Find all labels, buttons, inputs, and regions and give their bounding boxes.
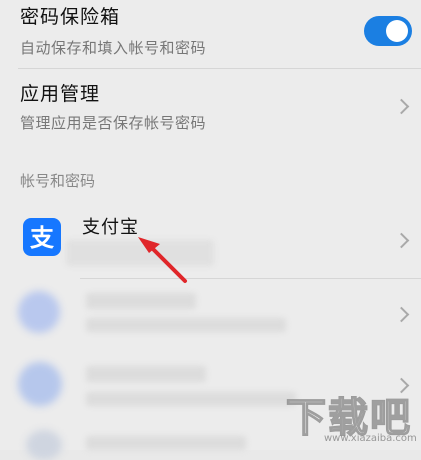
annotation-arrow-icon [138,237,187,283]
settings-screen: 密码保险箱 自动保存和填入帐号和密码 应用管理 管理应用是否保存帐号密码 帐号和… [0,0,421,460]
watermark-url: www.xiazaiba.com [324,433,417,444]
watermark-logo: 下载吧 www.xiazaiba.com [285,385,421,450]
